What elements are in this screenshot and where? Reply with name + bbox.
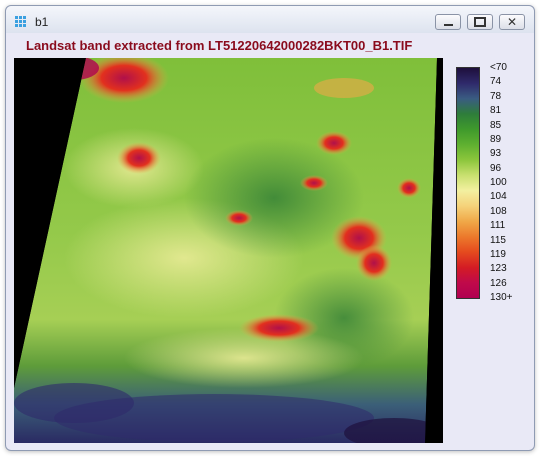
scale-label: 100 xyxy=(490,177,507,188)
minimize-icon xyxy=(443,24,453,26)
scale-label: 111 xyxy=(490,220,506,232)
window-title: b1 xyxy=(35,15,49,29)
raster-image-panel[interactable] xyxy=(14,58,443,443)
scale-label: 81 xyxy=(490,105,502,117)
scale-label: 74 xyxy=(490,76,502,88)
restore-button[interactable] xyxy=(467,14,493,30)
landsat-band-image xyxy=(14,58,437,443)
color-scale-bar xyxy=(456,67,480,299)
scale-label: 115 xyxy=(490,234,506,246)
scale-label: 104 xyxy=(490,191,507,203)
restore-icon xyxy=(474,17,486,27)
scale-label: 89 xyxy=(490,133,502,145)
scale-label: 78 xyxy=(490,90,502,102)
scale-label: 85 xyxy=(490,119,502,131)
title-bar[interactable]: b1 ✕ xyxy=(6,6,534,33)
scale-label: 126 xyxy=(490,277,507,289)
map-title: Landsat band extracted from LT5122064200… xyxy=(26,38,413,53)
scale-label: 119 xyxy=(490,248,506,260)
scale-label: 123 xyxy=(490,263,507,275)
grid-app-icon xyxy=(15,16,27,28)
close-icon: ✕ xyxy=(506,15,518,29)
close-button[interactable]: ✕ xyxy=(499,14,525,30)
scale-label: 93 xyxy=(490,148,502,160)
scale-label: 96 xyxy=(490,162,502,174)
minimize-button[interactable] xyxy=(435,14,461,30)
scale-label: 108 xyxy=(490,205,507,217)
scale-label: <70 xyxy=(490,62,507,73)
scale-label: 130+ xyxy=(490,292,513,303)
